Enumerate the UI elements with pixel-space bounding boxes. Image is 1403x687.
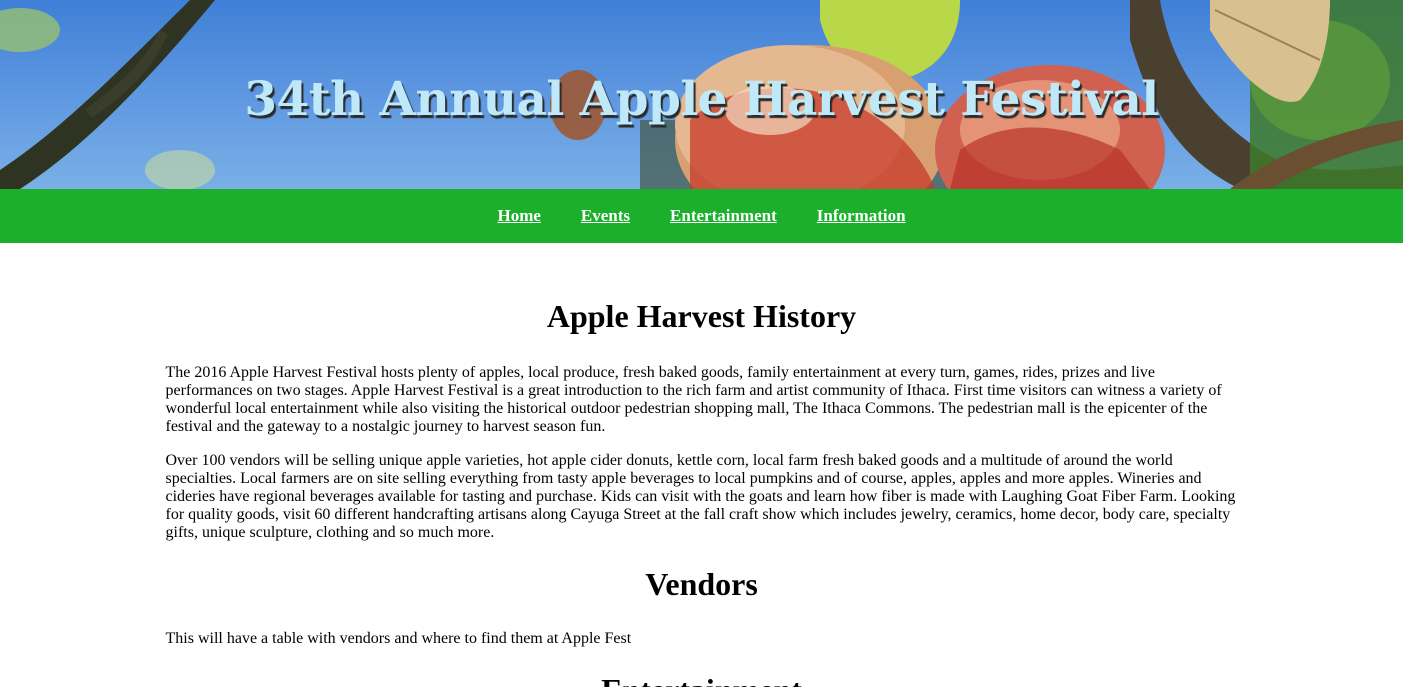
- history-paragraph-2: Over 100 vendors will be selling unique …: [165, 452, 1236, 541]
- nav-link-information[interactable]: Information: [817, 206, 906, 226]
- nav-link-home[interactable]: Home: [497, 206, 540, 226]
- entertainment-heading: Entertainment: [166, 672, 1238, 687]
- vendors-heading: Vendors: [645, 566, 758, 602]
- hero-banner: 34th Annual Apple Harvest Festival: [0, 0, 1403, 189]
- main-nav: Home Events Entertainment Information: [0, 189, 1403, 243]
- history-heading: Apple Harvest History: [546, 298, 857, 334]
- main-content: Apple Harvest History The 2016 Apple Har…: [166, 243, 1238, 687]
- history-paragraph-1: The 2016 Apple Harvest Festival hosts pl…: [165, 364, 1222, 435]
- nav-link-events[interactable]: Events: [581, 206, 630, 226]
- nav-link-entertainment[interactable]: Entertainment: [670, 206, 777, 226]
- page-title: 34th Annual Apple Harvest Festival: [244, 72, 1159, 127]
- vendors-text: This will have a table with vendors and …: [165, 630, 632, 647]
